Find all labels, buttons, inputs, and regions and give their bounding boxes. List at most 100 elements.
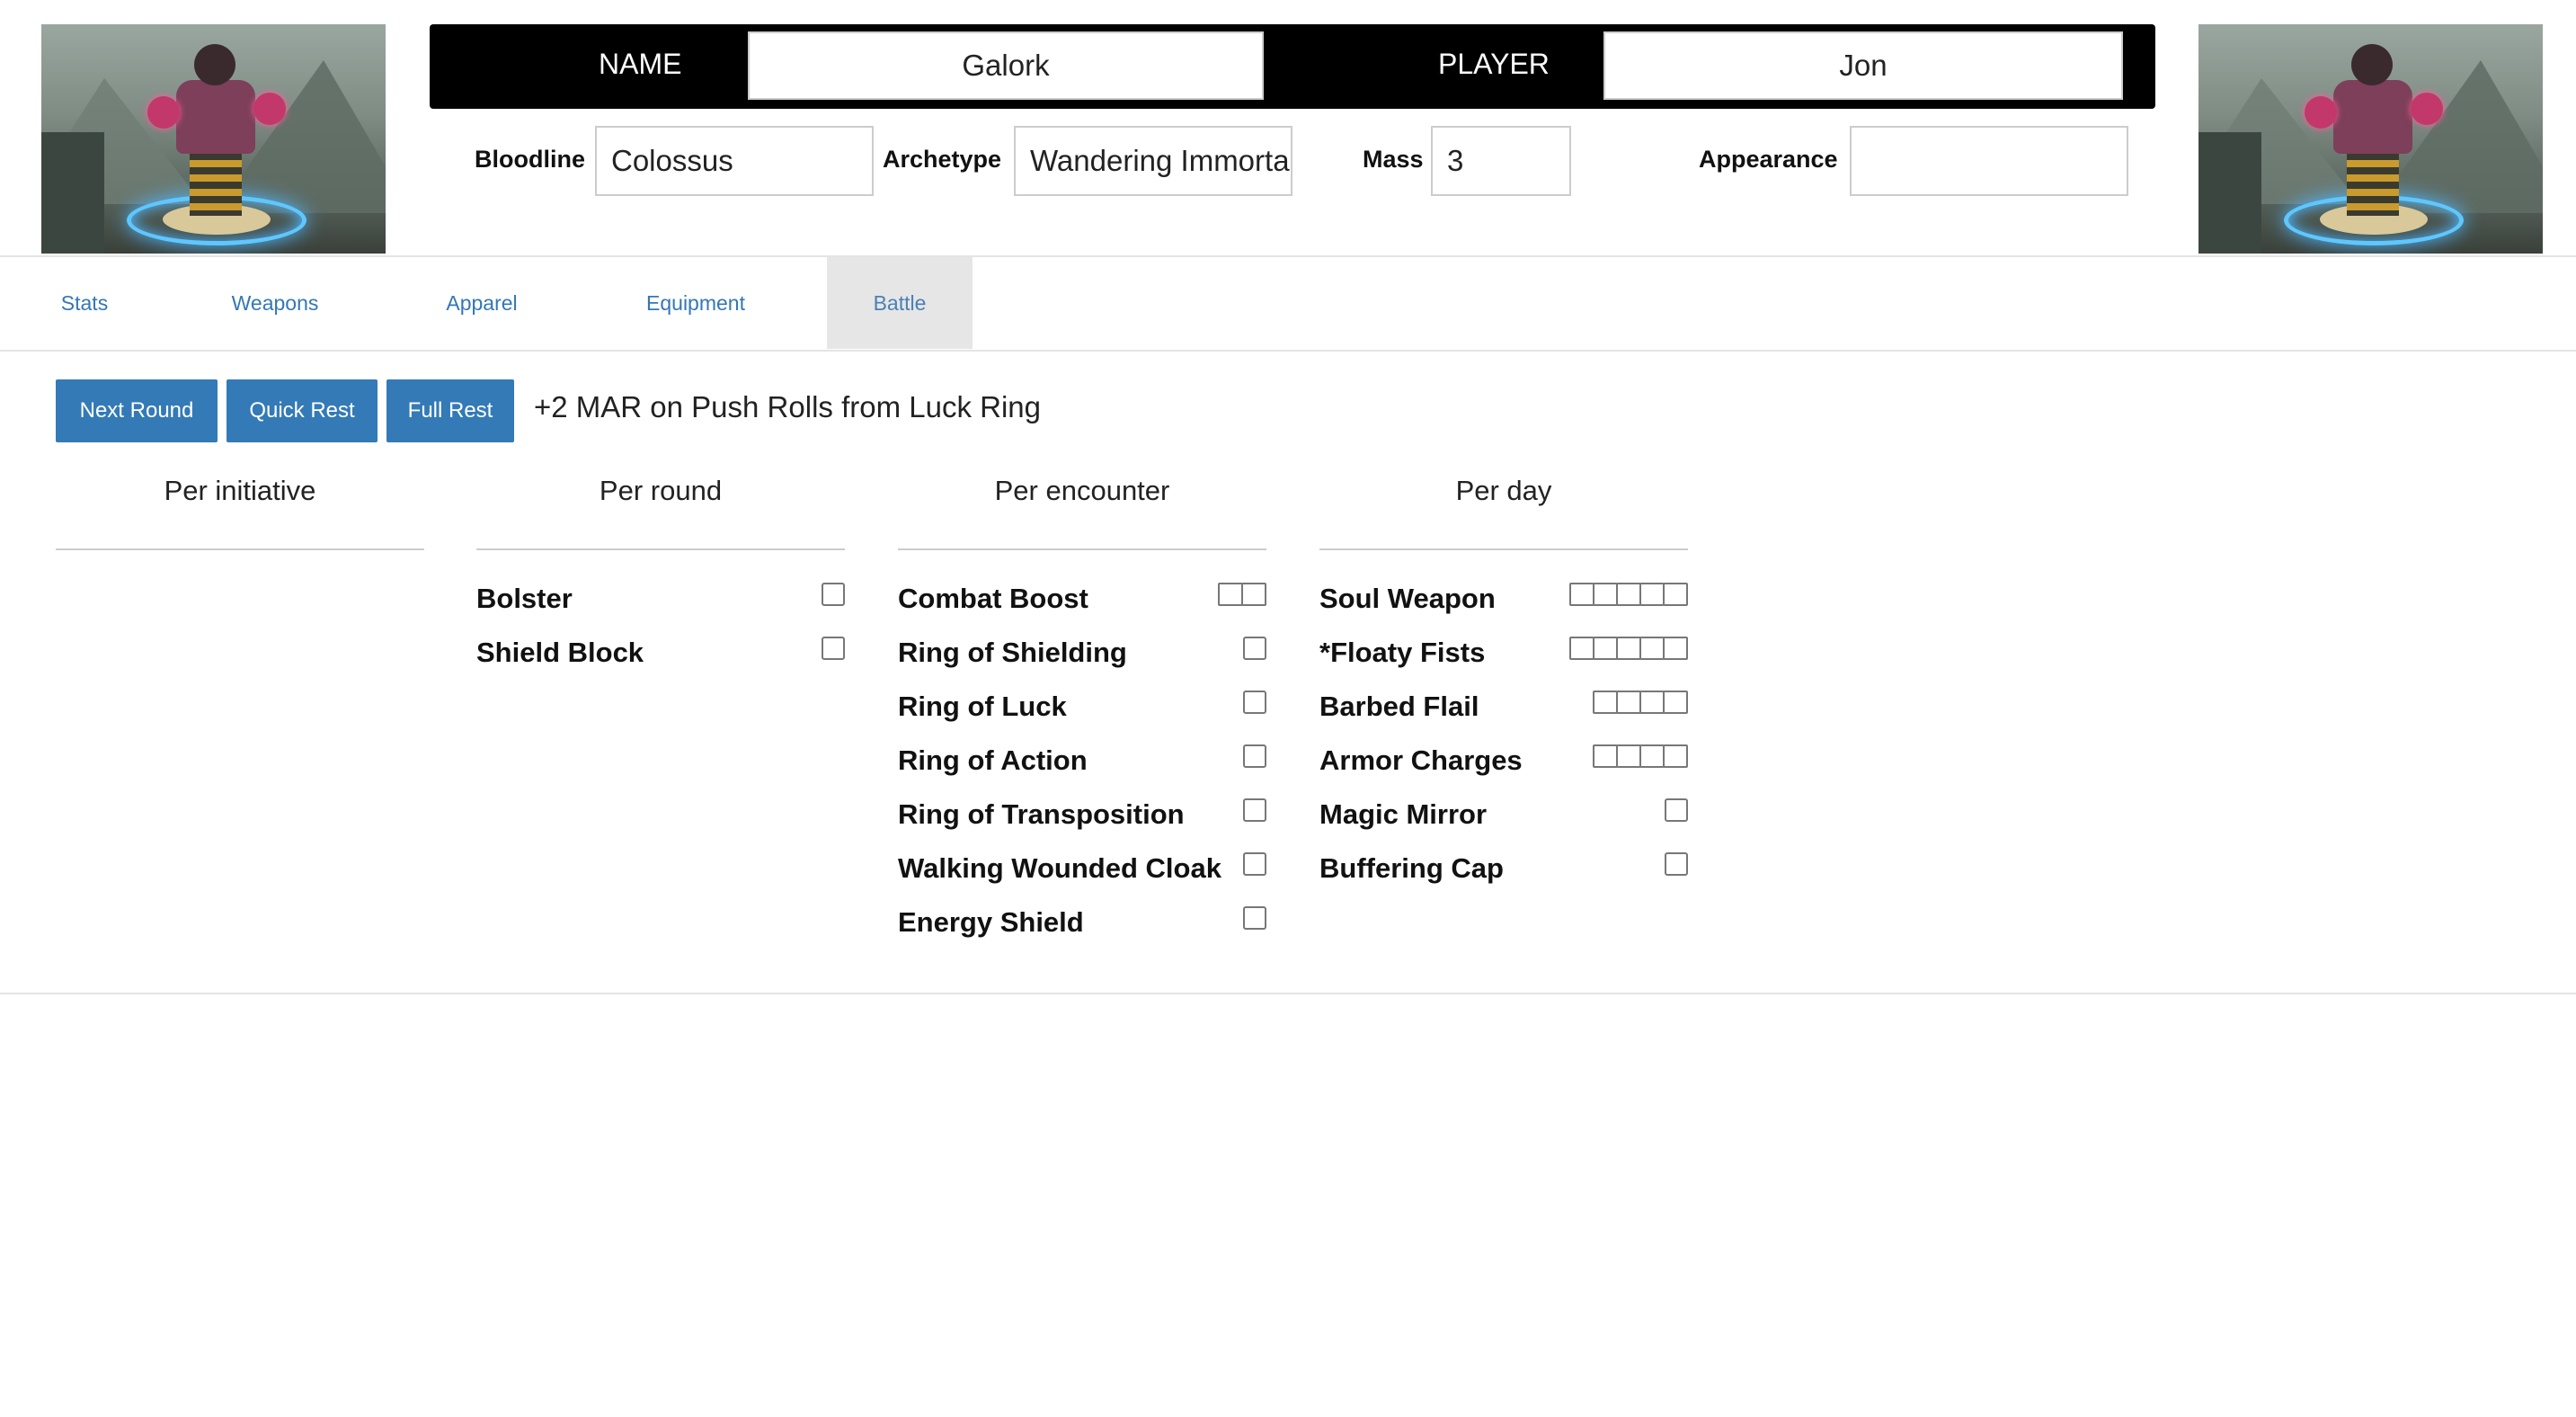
- usage-checkbox[interactable]: [1243, 906, 1266, 930]
- next-round-button[interactable]: Next Round: [56, 379, 218, 442]
- per-day-column: Per day Soul Weapon *Floaty Fists Barbed F…: [1319, 468, 1688, 884]
- ability-row: Barbed Flail: [1319, 658, 1688, 722]
- bloodline-field[interactable]: Colossus: [595, 126, 874, 196]
- ability-row: Buffering Cap: [1319, 820, 1688, 884]
- character-portrait-right: [2198, 24, 2543, 254]
- usage-checkbox[interactable]: [1243, 744, 1266, 768]
- ability-name: Energy Shield: [898, 906, 1084, 938]
- ability-name: Buffering Cap: [1319, 852, 1504, 884]
- usage-checkbox[interactable]: [1243, 852, 1266, 876]
- character-portrait-left: [41, 24, 386, 254]
- tabs-divider: [0, 350, 2576, 352]
- usage-checkbox[interactable]: [1665, 798, 1688, 822]
- ability-row: Ring of Luck: [898, 658, 1266, 722]
- usage-checkboxes: [1243, 798, 1266, 822]
- ability-row: Bolster: [476, 550, 845, 614]
- name-player-bar: NAME Galork PLAYER Jon: [430, 24, 2155, 109]
- usage-checkbox[interactable]: [1663, 583, 1688, 606]
- column-title: Per day: [1319, 468, 1688, 550]
- usage-checkboxes: [822, 583, 845, 606]
- bloodline-label: Bloodline: [475, 146, 585, 173]
- usage-checkbox[interactable]: [1593, 583, 1618, 606]
- usage-checkbox[interactable]: [1616, 637, 1641, 660]
- ability-list: Combat Boost Ring of Shielding Ring of Luc…: [898, 550, 1266, 938]
- per-round-column: Per round Bolster Shield Block: [476, 468, 845, 668]
- ability-row: Armor Charges: [1319, 712, 1688, 776]
- usage-checkbox[interactable]: [1241, 583, 1266, 606]
- tab-battle[interactable]: Battle: [827, 257, 973, 349]
- appearance-label: Appearance: [1699, 146, 1838, 173]
- usage-checkboxes: [822, 637, 845, 660]
- usage-checkbox[interactable]: [1639, 691, 1665, 714]
- ability-name: Shield Block: [476, 637, 644, 668]
- usage-checkboxes: [1243, 691, 1266, 714]
- usage-checkbox[interactable]: [1218, 583, 1243, 606]
- usage-checkboxes: [1569, 583, 1688, 606]
- usage-checkbox[interactable]: [1593, 637, 1618, 660]
- quick-rest-button[interactable]: Quick Rest: [227, 379, 378, 442]
- battle-divider: [0, 993, 2576, 994]
- usage-checkbox[interactable]: [1243, 637, 1266, 660]
- usage-checkboxes: [1593, 691, 1688, 714]
- ability-row: Combat Boost: [898, 550, 1266, 614]
- name-label: NAME: [599, 48, 682, 80]
- column-title: Per round: [476, 468, 845, 550]
- ability-row: Soul Weapon: [1319, 550, 1688, 614]
- ability-row: *Floaty Fists: [1319, 604, 1688, 668]
- ability-row: Ring of Shielding: [898, 604, 1266, 668]
- ability-row: Ring of Action: [898, 712, 1266, 776]
- usage-checkboxes: [1665, 798, 1688, 822]
- usage-checkbox[interactable]: [1569, 637, 1594, 660]
- usage-checkbox[interactable]: [822, 583, 845, 606]
- usage-checkbox[interactable]: [1665, 852, 1688, 876]
- usage-checkbox[interactable]: [1616, 744, 1641, 768]
- appearance-field[interactable]: [1850, 126, 2128, 196]
- full-rest-button[interactable]: Full Rest: [386, 379, 514, 442]
- usage-checkbox[interactable]: [1639, 637, 1665, 660]
- ability-list: Soul Weapon *Floaty Fists Barbed Flail Armo…: [1319, 550, 1688, 884]
- usage-checkbox[interactable]: [1639, 744, 1665, 768]
- archetype-field[interactable]: Wandering Immortal: [1014, 126, 1292, 196]
- per-initiative-column: Per initiative: [56, 468, 424, 550]
- ability-row: Ring of Transposition: [898, 766, 1266, 830]
- player-label: PLAYER: [1438, 48, 1550, 80]
- usage-checkbox[interactable]: [1593, 744, 1618, 768]
- ability-row: Shield Block: [476, 604, 845, 668]
- usage-checkboxes: [1243, 744, 1266, 768]
- usage-checkboxes: [1243, 637, 1266, 660]
- usage-checkbox[interactable]: [1663, 637, 1688, 660]
- mass-field[interactable]: 3: [1431, 126, 1571, 196]
- usage-checkboxes: [1569, 637, 1688, 660]
- usage-checkbox[interactable]: [1243, 691, 1266, 714]
- mass-label: Mass: [1363, 146, 1424, 173]
- usage-checkbox[interactable]: [1639, 583, 1665, 606]
- header-divider: [0, 255, 2576, 257]
- name-field[interactable]: Galork: [748, 31, 1264, 100]
- usage-checkboxes: [1243, 906, 1266, 930]
- tab-weapons[interactable]: Weapons: [216, 257, 334, 349]
- usage-checkboxes: [1665, 852, 1688, 876]
- column-title: Per encounter: [898, 468, 1266, 550]
- usage-checkboxes: [1218, 583, 1266, 606]
- usage-checkbox[interactable]: [1569, 583, 1594, 606]
- usage-checkboxes: [1243, 852, 1266, 876]
- tab-stats[interactable]: Stats: [43, 257, 126, 349]
- usage-checkboxes: [1593, 744, 1688, 768]
- tab-apparel[interactable]: Apparel: [428, 257, 536, 349]
- usage-checkbox[interactable]: [1663, 691, 1688, 714]
- ability-row: Walking Wounded Cloak: [898, 820, 1266, 884]
- column-title: Per initiative: [56, 468, 424, 550]
- player-field[interactable]: Jon: [1603, 31, 2123, 100]
- usage-checkbox[interactable]: [1593, 691, 1618, 714]
- ability-row: Energy Shield: [898, 874, 1266, 938]
- ability-row: Magic Mirror: [1319, 766, 1688, 830]
- tab-equipment[interactable]: Equipment: [624, 257, 768, 349]
- usage-checkbox[interactable]: [1243, 798, 1266, 822]
- per-encounter-column: Per encounter Combat Boost Ring of Shield…: [898, 468, 1266, 938]
- usage-checkbox[interactable]: [1616, 691, 1641, 714]
- usage-checkbox[interactable]: [822, 637, 845, 660]
- archetype-label: Archetype: [883, 146, 1002, 173]
- usage-checkbox[interactable]: [1616, 583, 1641, 606]
- usage-checkbox[interactable]: [1663, 744, 1688, 768]
- ability-list: Bolster Shield Block: [476, 550, 845, 668]
